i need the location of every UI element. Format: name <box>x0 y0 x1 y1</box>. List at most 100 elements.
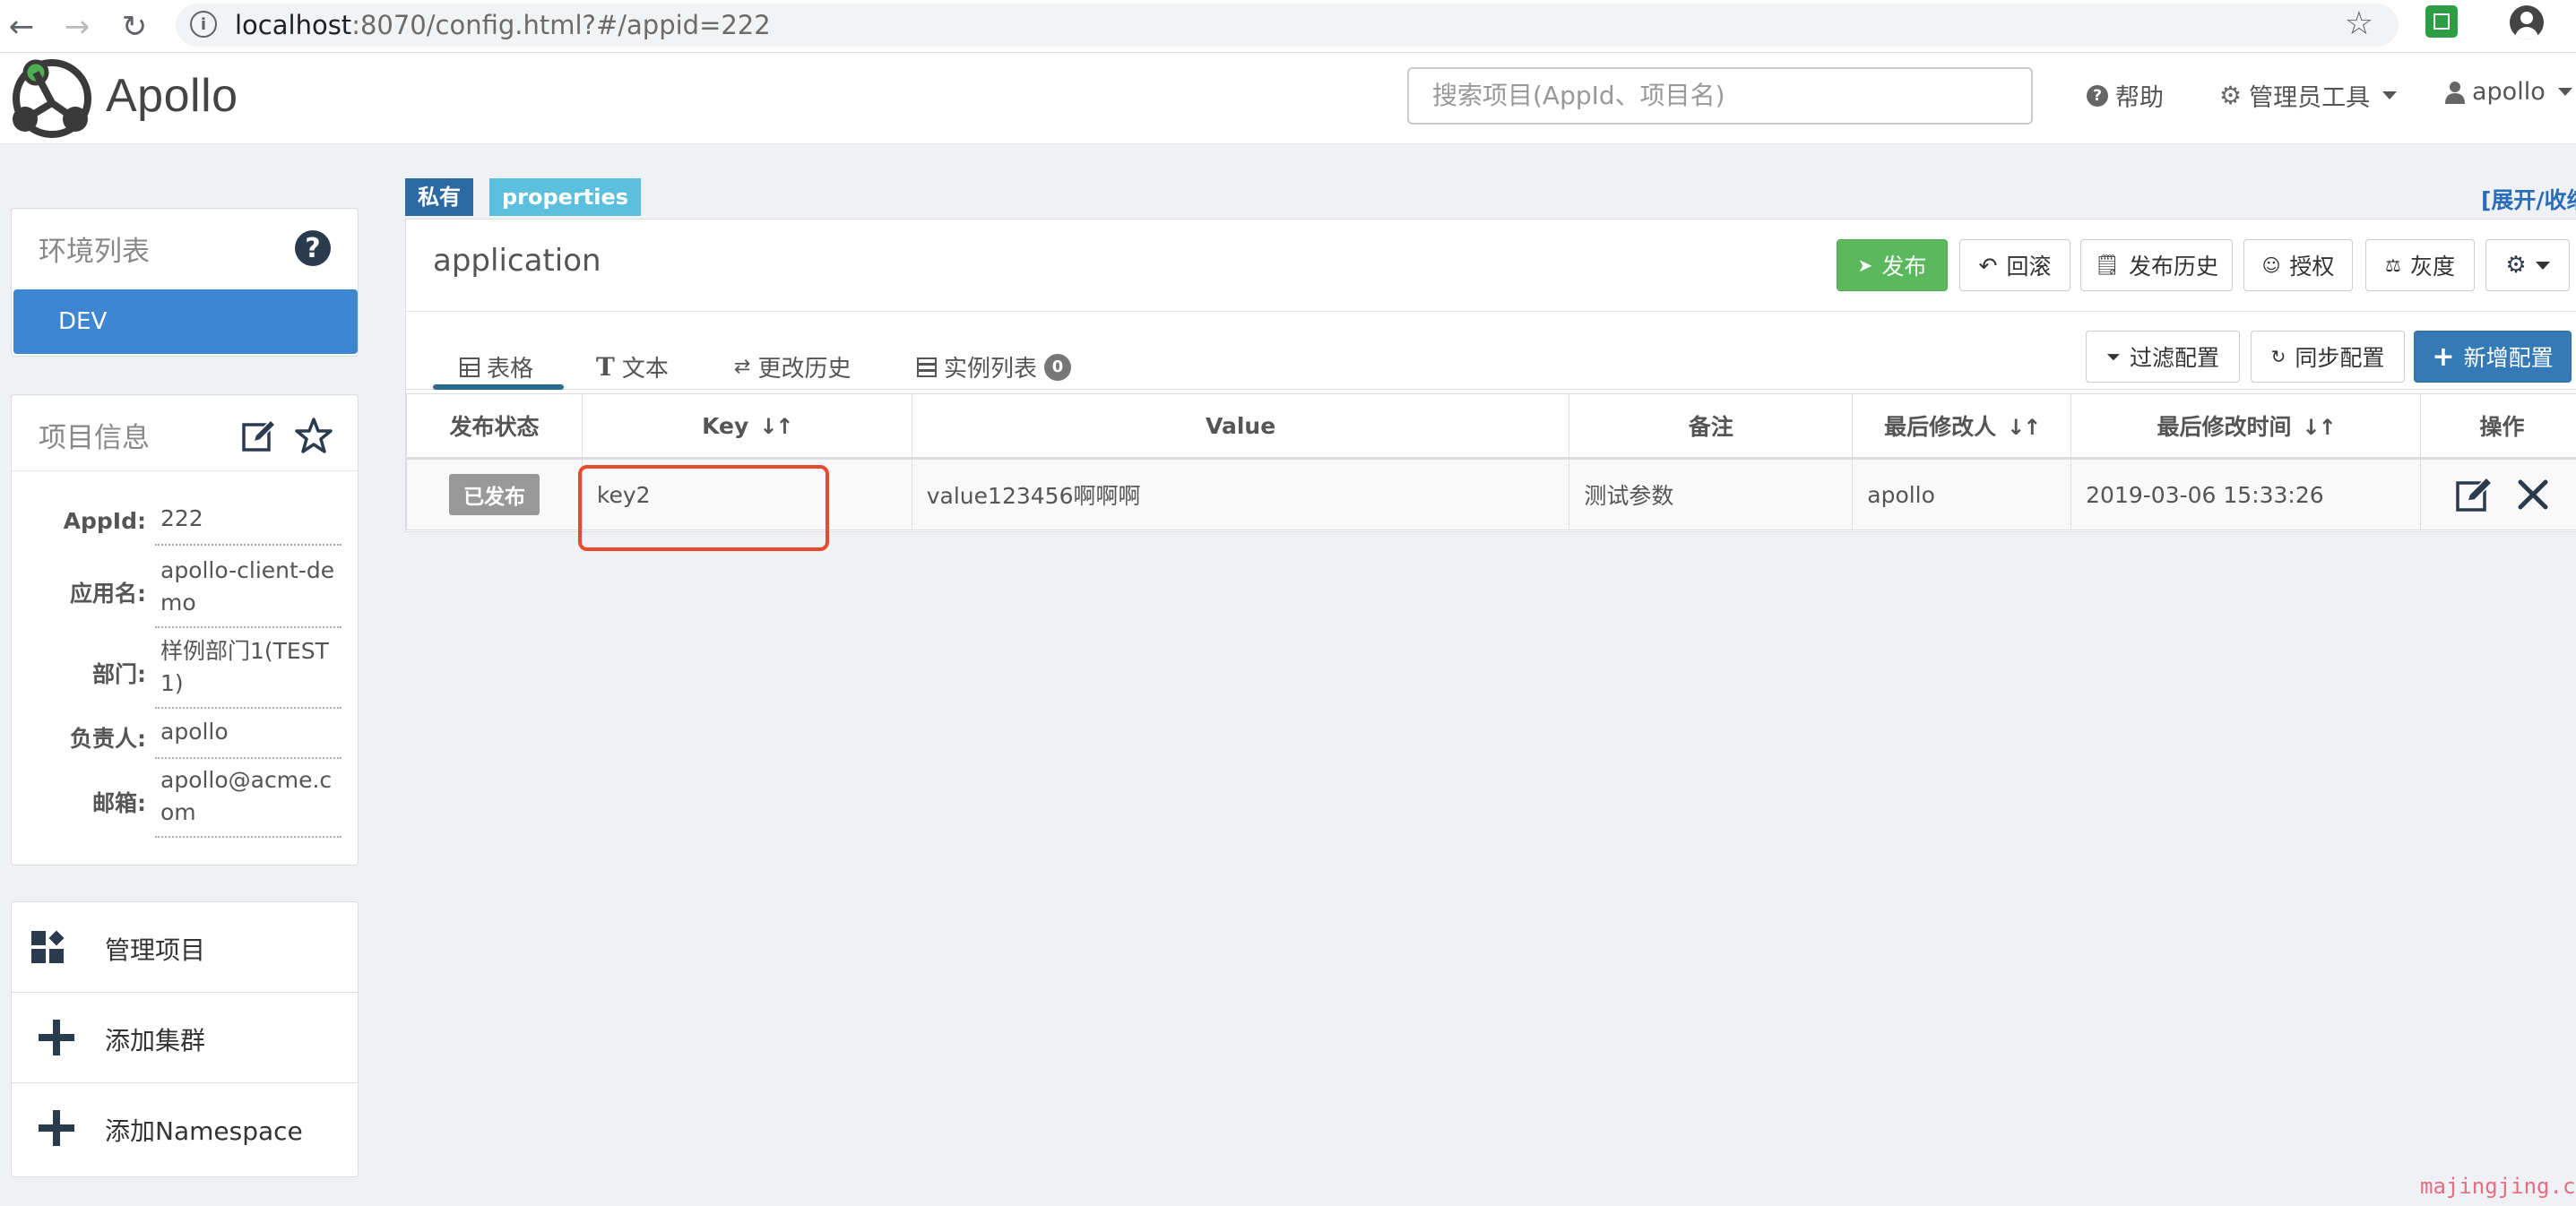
field-value: apollo-client-demo <box>160 557 335 616</box>
send-icon: ➤ <box>1857 254 1873 276</box>
edit-icon[interactable] <box>241 418 277 454</box>
button-label: 新增配置 <box>2463 345 2554 371</box>
gear-icon: ⚙ <box>2505 252 2527 279</box>
tab-bar-line <box>406 389 2576 390</box>
refresh-icon: ↻ <box>2270 346 2286 367</box>
release-history-button[interactable]: 🗒 发布历史 <box>2080 239 2233 291</box>
extension-icon[interactable] <box>2425 5 2458 38</box>
format-tag: properties <box>489 178 642 216</box>
divider <box>12 470 358 471</box>
calendar-icon: 🗒 <box>2095 254 2120 277</box>
cell-operations <box>2420 458 2576 530</box>
table-header-row: 发布状态 Key ↓↑ Value 备注 最后修改人 ↓↑ 最后修改时间 ↓↑ 操作 <box>406 393 2576 460</box>
cell-status: 已发布 <box>406 458 583 530</box>
admin-tools-label: 管理员工具 <box>2249 84 2371 112</box>
tab-instance-list[interactable]: 实例列表 0 <box>917 350 1072 383</box>
tab-text[interactable]: T 文本 <box>596 350 669 383</box>
col-modified-time[interactable]: 最后修改时间 ↓↑ <box>2070 393 2421 460</box>
gray-release-button[interactable]: ⚖ 灰度 <box>2365 239 2475 291</box>
caret-down-icon <box>2557 88 2572 96</box>
tab-label: 文本 <box>621 356 669 383</box>
button-label: 灰度 <box>2409 254 2455 280</box>
browser-toolbar: ← → ↻ i localhost:8070/config.html?#/app… <box>0 0 2576 53</box>
sort-icon[interactable]: ↓↑ <box>2302 415 2336 440</box>
apollo-logo-icon[interactable] <box>7 58 97 139</box>
delete-icon[interactable] <box>2517 478 2549 511</box>
tab-change-history[interactable]: ⇄ 更改历史 <box>734 350 851 383</box>
field-value: apollo <box>160 719 229 745</box>
address-bar[interactable]: i localhost:8070/config.html?#/appid=222… <box>176 4 2399 47</box>
dotted-line <box>155 707 341 709</box>
button-label: 同步配置 <box>2295 345 2385 371</box>
field-label: 负责人: <box>70 726 146 752</box>
add-cluster-item[interactable]: 添加集群 <box>12 993 358 1083</box>
cell-modifier: apollo <box>1852 458 2072 530</box>
text-icon: T <box>596 352 615 382</box>
field-value: 222 <box>160 505 203 531</box>
server-icon <box>917 357 937 377</box>
dotted-line <box>155 626 341 628</box>
caret-down-icon <box>2535 261 2550 270</box>
button-label: 回滚 <box>2006 254 2052 280</box>
reload-icon[interactable]: ↻ <box>115 7 154 47</box>
field-label: 邮箱: <box>92 790 146 816</box>
user-label: apollo <box>2472 78 2546 106</box>
grant-button[interactable]: ☺ 授权 <box>2243 239 2353 291</box>
help-circle-icon[interactable]: ? <box>295 230 331 266</box>
cell-value: value123456啊啊啊 <box>911 458 1570 530</box>
watermark-text: majingjing.cn <box>2420 1174 2576 1199</box>
env-list-title: 环境列表 <box>39 236 150 268</box>
caret-down-icon <box>2382 91 2398 99</box>
table-row: 已发布 key2 value123456啊啊啊 测试参数 apollo 2019… <box>406 458 2576 530</box>
url-text: localhost:8070/config.html?#/appid=222 <box>235 10 771 40</box>
add-namespace-item[interactable]: 添加Namespace <box>12 1083 358 1173</box>
manage-project-item[interactable]: 管理项目 <box>12 902 358 993</box>
cell-comment: 测试参数 <box>1569 458 1854 530</box>
expand-collapse-link[interactable]: [展开/收缩] <box>2481 183 2576 215</box>
dotted-line <box>155 757 341 759</box>
tab-table[interactable]: 表格 <box>460 350 533 383</box>
filter-config-button[interactable]: ⏷ 过滤配置 <box>2086 331 2240 383</box>
bookmark-star-icon[interactable]: ☆ <box>2345 5 2373 42</box>
active-tab-indicator <box>433 384 564 390</box>
button-label: 发布 <box>1881 254 1927 280</box>
gear-icon: ⚙ <box>2219 81 2243 110</box>
rollback-icon: ↶ <box>1978 252 1998 279</box>
table-icon <box>460 357 480 377</box>
profile-avatar-icon[interactable] <box>2510 5 2544 39</box>
back-arrow-icon[interactable]: ← <box>2 7 41 47</box>
star-icon[interactable] <box>295 417 333 454</box>
flask-icon: ⚖ <box>2385 254 2401 276</box>
sort-icon[interactable]: ↓↑ <box>759 414 793 439</box>
user-dropdown[interactable]: apollo <box>2445 78 2572 106</box>
edit-icon[interactable] <box>2455 476 2494 513</box>
brand-name[interactable]: Apollo <box>106 69 238 123</box>
settings-dropdown-button[interactable]: ⚙ <box>2485 239 2570 291</box>
col-key[interactable]: Key ↓↑ <box>581 393 912 460</box>
field-label: 部门: <box>92 661 146 687</box>
action-label: 添加Namespace <box>105 1116 303 1146</box>
dotted-line <box>155 544 341 546</box>
sync-config-button[interactable]: ↻ 同步配置 <box>2251 331 2405 383</box>
cell-time: 2019-03-06 15:33:26 <box>2070 458 2421 530</box>
admin-tools-dropdown[interactable]: ⚙ 管理员工具 <box>2219 78 2398 113</box>
namespace-title: application <box>433 243 601 279</box>
publish-button[interactable]: ➤ 发布 <box>1837 239 1948 291</box>
cell-key: key2 <box>581 458 912 530</box>
help-link[interactable]: ? 帮助 <box>2087 78 2164 113</box>
private-tag: 私有 <box>405 178 473 216</box>
help-label: 帮助 <box>2115 84 2164 112</box>
env-item-dev[interactable]: DEV <box>13 289 358 354</box>
add-config-button[interactable]: + 新增配置 <box>2414 331 2572 383</box>
app-header: Apollo 搜索项目(AppId、项目名) ? 帮助 ⚙ 管理员工具 apol… <box>0 53 2576 144</box>
col-modifier[interactable]: 最后修改人 ↓↑ <box>1852 393 2072 460</box>
search-input[interactable]: 搜索项目(AppId、项目名) <box>1407 67 2033 125</box>
question-circle-icon: ? <box>2087 84 2108 107</box>
rollback-button[interactable]: ↶ 回滚 <box>1959 239 2070 291</box>
site-info-icon[interactable]: i <box>190 11 217 38</box>
plus-icon <box>39 1020 74 1055</box>
forward-arrow-icon[interactable]: → <box>57 7 97 47</box>
sort-icon[interactable]: ↓↑ <box>2007 415 2041 440</box>
instance-count-badge: 0 <box>1044 353 1072 381</box>
field-label: AppId: <box>63 508 146 534</box>
